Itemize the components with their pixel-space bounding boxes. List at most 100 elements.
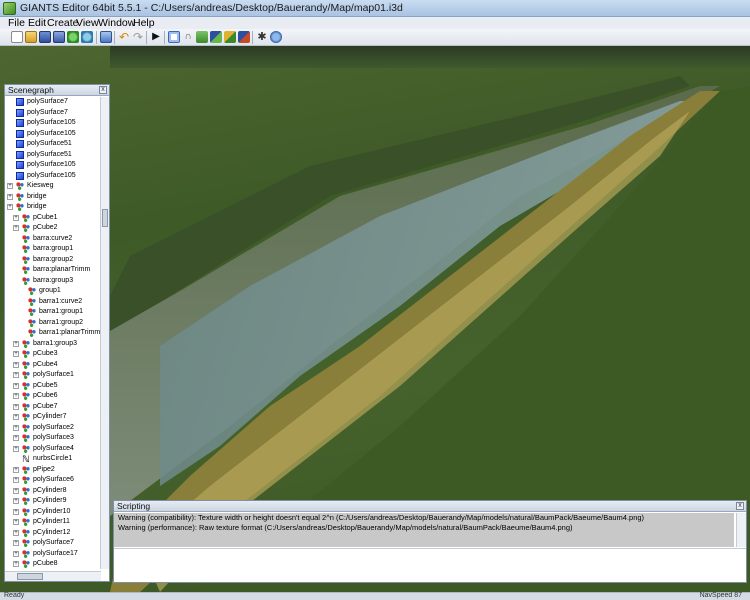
scenegraph-item[interactable]: + bridge [5, 192, 101, 203]
select-icon[interactable] [168, 31, 180, 43]
menu-help[interactable]: Help [133, 17, 155, 29]
play-icon[interactable]: ▶ [150, 31, 162, 43]
scenegraph-item[interactable]: polySurface51 [5, 139, 101, 150]
scenegraph-item[interactable]: ℕnurbsCircle1 [5, 454, 101, 465]
expand-toggle-icon[interactable]: + [13, 351, 19, 357]
scenegraph-item[interactable]: polySurface105 [5, 160, 101, 171]
scenegraph-item[interactable]: barra1:group1 [5, 307, 101, 318]
open-icon[interactable] [25, 31, 37, 43]
scenegraph-item[interactable]: + pCylinder11 [5, 517, 101, 528]
expand-toggle-icon[interactable]: + [13, 403, 19, 410]
script-input[interactable] [114, 548, 746, 582]
scenegraph-item[interactable]: + pCube4 [5, 360, 101, 371]
scenegraph-item[interactable]: + barra1:group3 [5, 339, 101, 350]
scenegraph-item[interactable]: barra:group2 [5, 255, 101, 266]
scenegraph-item[interactable]: + pCube8 [5, 559, 101, 569]
scenegraph-item[interactable]: + polySurface4 [5, 444, 101, 455]
scenegraph-vertical-scrollbar[interactable] [100, 97, 109, 569]
expand-toggle-icon[interactable]: + [13, 550, 19, 557]
scenegraph-item[interactable]: + bridge [5, 202, 101, 213]
scenegraph-item[interactable]: + pCylinder8 [5, 486, 101, 497]
expand-toggle-icon[interactable]: + [13, 508, 19, 515]
expand-toggle-icon[interactable]: + [13, 540, 19, 546]
menu-view[interactable]: View [76, 17, 99, 29]
expand-toggle-icon[interactable]: + [13, 477, 19, 483]
foliage-icon[interactable] [224, 31, 236, 43]
expand-toggle-icon[interactable]: + [13, 519, 19, 525]
new-icon[interactable] [11, 31, 23, 43]
globe-icon[interactable] [270, 31, 282, 43]
expand-toggle-icon[interactable]: + [13, 414, 19, 420]
scenegraph-item[interactable]: + pCylinder12 [5, 528, 101, 539]
expand-toggle-icon[interactable]: + [13, 466, 19, 473]
save-icon[interactable] [39, 31, 51, 43]
scenegraph-item[interactable]: polySurface105 [5, 118, 101, 129]
scenegraph-item[interactable]: + pCube1 [5, 213, 101, 224]
scenegraph-item[interactable]: + pCube7 [5, 402, 101, 413]
paint-bucket-icon[interactable] [238, 31, 250, 43]
export-icon[interactable] [100, 31, 112, 43]
scripting-scrollbar[interactable] [736, 513, 746, 547]
scenegraph-item[interactable]: + pCylinder7 [5, 412, 101, 423]
scenegraph-close-button[interactable]: x [99, 86, 107, 94]
scenegraph-item[interactable]: + pCube6 [5, 391, 101, 402]
expand-toggle-icon[interactable]: + [13, 529, 19, 536]
scenegraph-item[interactable]: polySurface105 [5, 129, 101, 140]
expand-toggle-icon[interactable]: + [7, 193, 13, 200]
terrain-icon[interactable] [196, 31, 208, 43]
expand-toggle-icon[interactable]: + [13, 435, 19, 441]
scenegraph-item[interactable]: + polySurface1 [5, 370, 101, 381]
scenegraph-item[interactable]: barra1:planarTrimm [5, 328, 101, 339]
scenegraph-item[interactable]: polySurface7 [5, 97, 101, 108]
reload-icon[interactable] [81, 31, 93, 43]
expand-toggle-icon[interactable]: + [7, 204, 13, 210]
expand-toggle-icon[interactable]: + [13, 340, 19, 347]
scenegraph-item[interactable]: group1 [5, 286, 101, 297]
expand-toggle-icon[interactable]: + [13, 424, 19, 431]
save-as-icon[interactable] [53, 31, 65, 43]
redo-icon[interactable]: ↷ [132, 31, 144, 43]
expand-toggle-icon[interactable]: + [13, 372, 19, 378]
scrollbar-thumb[interactable] [102, 209, 108, 227]
scenegraph-item[interactable]: polySurface7 [5, 108, 101, 119]
scenegraph-item[interactable]: polySurface105 [5, 171, 101, 182]
expand-toggle-icon[interactable]: + [13, 361, 19, 368]
paint-icon[interactable] [210, 31, 222, 43]
scenegraph-item[interactable]: + pPipe2 [5, 465, 101, 476]
scenegraph-item[interactable]: barra:group1 [5, 244, 101, 255]
expand-toggle-icon[interactable]: + [13, 445, 19, 452]
scenegraph-item[interactable]: + polySurface6 [5, 475, 101, 486]
scenegraph-item[interactable]: + polySurface7 [5, 538, 101, 549]
scripting-close-button[interactable]: x [736, 502, 744, 510]
refresh-icon[interactable] [67, 31, 79, 43]
scenegraph-item[interactable]: + pCylinder10 [5, 507, 101, 518]
expand-toggle-icon[interactable]: + [13, 393, 19, 399]
expand-toggle-icon[interactable]: + [13, 382, 19, 389]
scrollbar-thumb[interactable] [17, 573, 43, 580]
scenegraph-item[interactable]: + polySurface2 [5, 423, 101, 434]
menu-edit[interactable]: Edit [28, 17, 46, 29]
scenegraph-item[interactable]: + polySurface17 [5, 549, 101, 560]
expand-toggle-icon[interactable]: + [13, 561, 19, 567]
scenegraph-item[interactable]: + polySurface3 [5, 433, 101, 444]
scenegraph-item[interactable]: barra:planarTrimm [5, 265, 101, 276]
menu-file[interactable]: File [8, 17, 25, 29]
expand-toggle-icon[interactable]: + [13, 214, 19, 221]
magnet-icon[interactable]: ∩ [182, 31, 194, 43]
expand-toggle-icon[interactable]: + [7, 183, 13, 189]
expand-toggle-icon[interactable]: + [13, 225, 19, 231]
scenegraph-item[interactable]: + pCube2 [5, 223, 101, 234]
settings-icon[interactable]: ✱ [256, 31, 268, 43]
scenegraph-item[interactable]: + pCylinder9 [5, 496, 101, 507]
expand-toggle-icon[interactable]: + [13, 487, 19, 494]
scenegraph-horizontal-scrollbar[interactable] [5, 571, 101, 581]
title-bar[interactable]: GIANTS Editor 64bit 5.5.1 - C:/Users/and… [0, 0, 750, 17]
undo-icon[interactable]: ↶ [118, 31, 130, 43]
scenegraph-item[interactable]: + pCube3 [5, 349, 101, 360]
scenegraph-item[interactable]: barra1:group2 [5, 318, 101, 329]
menu-window[interactable]: Window [98, 17, 135, 29]
expand-toggle-icon[interactable]: + [13, 498, 19, 504]
scenegraph-item[interactable]: + Kiesweg [5, 181, 101, 192]
scenegraph-item[interactable]: + pCube5 [5, 381, 101, 392]
scenegraph-item[interactable]: polySurface51 [5, 150, 101, 161]
